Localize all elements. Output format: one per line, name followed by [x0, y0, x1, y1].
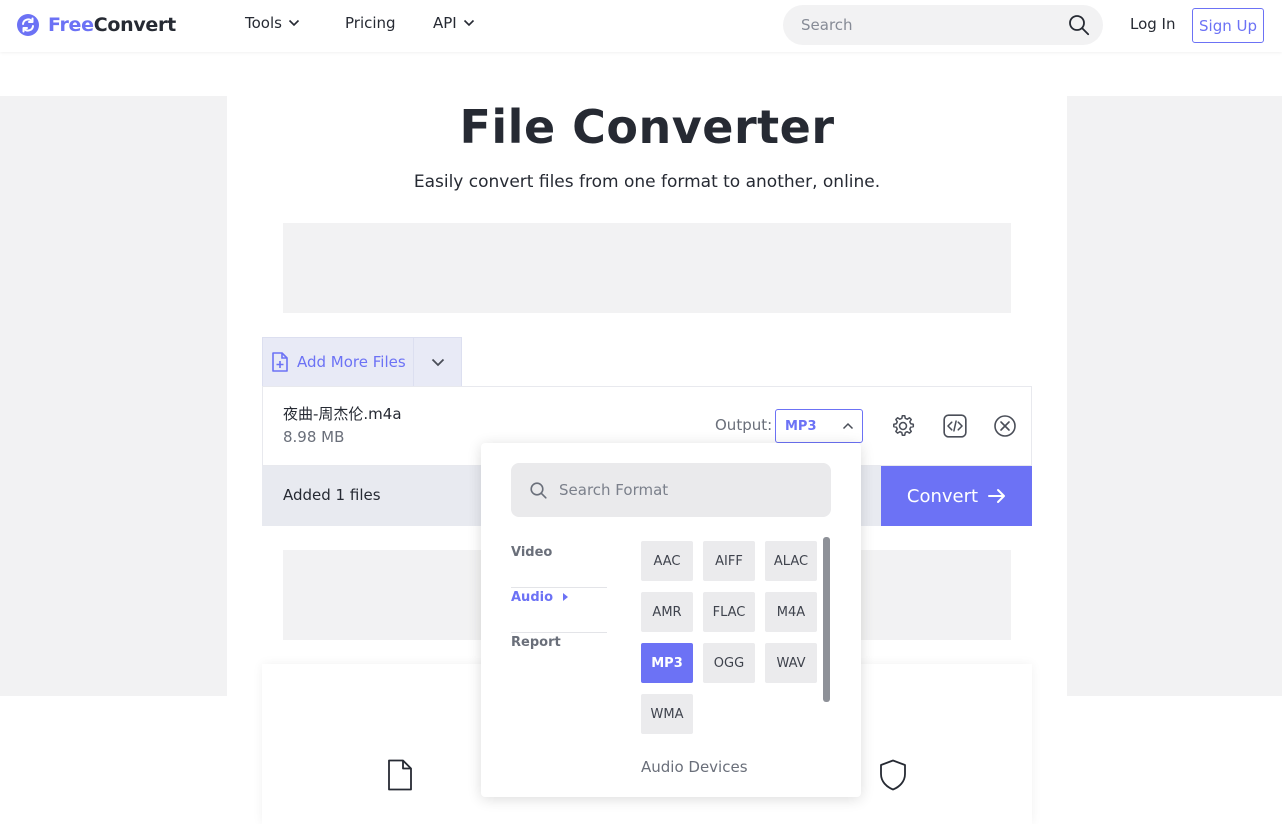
format-dropdown: Video Audio Report AAC AIFF ALAC AMR FLA… [481, 443, 861, 797]
close-circle-icon [994, 415, 1016, 437]
nav-pricing[interactable]: Pricing [345, 14, 396, 32]
format-option-flac[interactable]: FLAC [703, 592, 755, 632]
chevron-down-icon [463, 19, 474, 27]
search-input[interactable] [801, 5, 1061, 45]
format-list-scrollbar[interactable] [823, 537, 830, 702]
convert-label: Convert [906, 485, 979, 507]
ad-slot-top [283, 223, 1011, 313]
embed-code-button[interactable] [941, 412, 969, 440]
chevron-down-icon [431, 358, 444, 366]
file-size: 8.98 MB [283, 428, 345, 446]
category-video[interactable]: Video [511, 543, 607, 588]
format-option-mp3[interactable]: MP3 [641, 643, 693, 683]
file-plus-icon [272, 352, 288, 372]
signup-button[interactable]: Sign Up [1192, 8, 1264, 43]
format-option-amr[interactable]: AMR [641, 592, 693, 632]
chevron-up-icon [842, 422, 854, 430]
format-option-aiff[interactable]: AIFF [703, 541, 755, 581]
category-report[interactable]: Report [511, 633, 607, 678]
nav-api[interactable]: API [433, 14, 475, 32]
category-video-label: Video [511, 545, 553, 560]
shield-icon [880, 759, 906, 791]
add-more-files-button[interactable]: Add More Files [263, 338, 413, 386]
format-option-m4a[interactable]: M4A [765, 592, 817, 632]
top-header: FreeConvert Tools Pricing API Log In Sig… [0, 0, 1282, 52]
format-option-ogg[interactable]: OGG [703, 643, 755, 683]
login-link[interactable]: Log In [1130, 15, 1176, 33]
gear-icon [893, 414, 915, 436]
logo-icon [17, 14, 39, 36]
code-icon [943, 414, 967, 438]
category-audio[interactable]: Audio [511, 588, 607, 633]
convert-button[interactable]: Convert [881, 466, 1032, 526]
format-search-input[interactable] [559, 463, 809, 517]
format-option-aac[interactable]: AAC [641, 541, 693, 581]
format-option-alac[interactable]: ALAC [765, 541, 817, 581]
add-files-dropdown[interactable] [413, 338, 461, 386]
logo[interactable]: FreeConvert [16, 12, 176, 38]
nav-pricing-label: Pricing [345, 14, 396, 32]
logo-text: FreeConvert [48, 14, 176, 36]
file-name: 夜曲-周杰伦.m4a [283, 405, 402, 423]
remove-file-button[interactable] [991, 412, 1019, 440]
output-format-select[interactable]: MP3 [775, 409, 863, 443]
logo-convert: Convert [93, 14, 176, 36]
ad-band-right [1067, 96, 1282, 696]
add-more-files-label: Add More Files [297, 353, 406, 371]
output-label: Output: [715, 416, 773, 434]
category-audio-label: Audio [511, 590, 554, 605]
page-subtitle: Easily convert files from one format to … [413, 172, 881, 192]
format-search [511, 463, 831, 517]
page-title: File Converter [459, 100, 835, 154]
document-icon [388, 759, 412, 791]
arrow-right-icon [988, 489, 1006, 503]
nav-api-label: API [433, 14, 457, 32]
logo-free: Free [48, 14, 94, 36]
format-option-wma[interactable]: WMA [641, 694, 693, 734]
site-search [783, 5, 1103, 45]
chevron-down-icon [288, 19, 300, 27]
files-added-status: Added 1 files [283, 486, 381, 504]
search-icon [530, 482, 547, 499]
settings-button[interactable] [889, 412, 917, 440]
format-group-audio-devices: Audio Devices [641, 758, 748, 776]
nav-tools-label: Tools [245, 14, 282, 32]
ad-band-left [0, 96, 227, 696]
search-icon[interactable] [1068, 14, 1090, 36]
nav-tools[interactable]: Tools [245, 14, 300, 32]
add-files-tab: Add More Files [262, 337, 462, 386]
caret-right-icon [563, 593, 568, 601]
output-format-value: MP3 [785, 418, 817, 434]
format-option-wav[interactable]: WAV [765, 643, 817, 683]
category-report-label: Report [511, 635, 561, 650]
